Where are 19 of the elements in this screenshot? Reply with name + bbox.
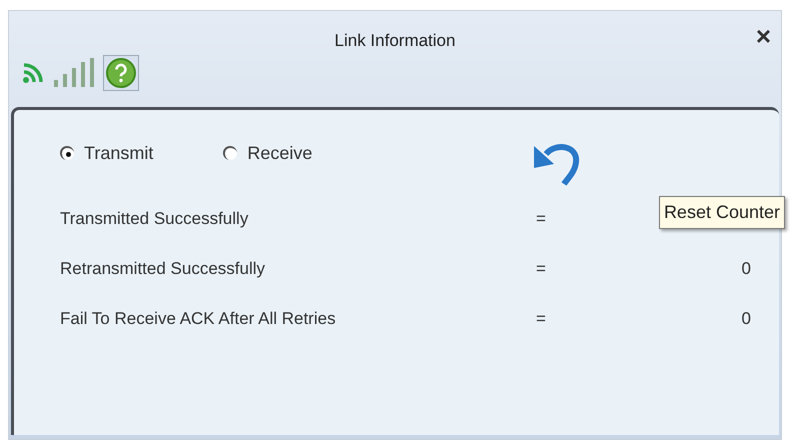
window-title: Link Information xyxy=(334,30,456,52)
stat-label: Transmitted Successfully xyxy=(60,208,250,230)
wireless-icon xyxy=(21,61,45,85)
radio-button[interactable] xyxy=(223,146,238,160)
close-button[interactable]: × xyxy=(756,23,771,49)
stat-value: 0 xyxy=(742,308,751,330)
tooltip: Reset Counter xyxy=(658,196,785,229)
equals-sign: = xyxy=(536,258,547,280)
signal-bars-icon xyxy=(53,58,95,88)
equals-sign: = xyxy=(536,308,547,330)
radio-option[interactable]: Transmit xyxy=(60,140,154,166)
equals-sign: = xyxy=(536,208,547,230)
help-icon xyxy=(106,58,136,88)
radio-button[interactable] xyxy=(60,146,74,160)
stat-label: Fail To Receive ACK After All Retries xyxy=(60,308,337,330)
radio-option[interactable]: Receive xyxy=(223,140,312,166)
stat-value: 0 xyxy=(742,258,751,280)
stat-label: Retransmitted Successfully xyxy=(60,258,266,280)
help-button[interactable] xyxy=(103,55,139,91)
